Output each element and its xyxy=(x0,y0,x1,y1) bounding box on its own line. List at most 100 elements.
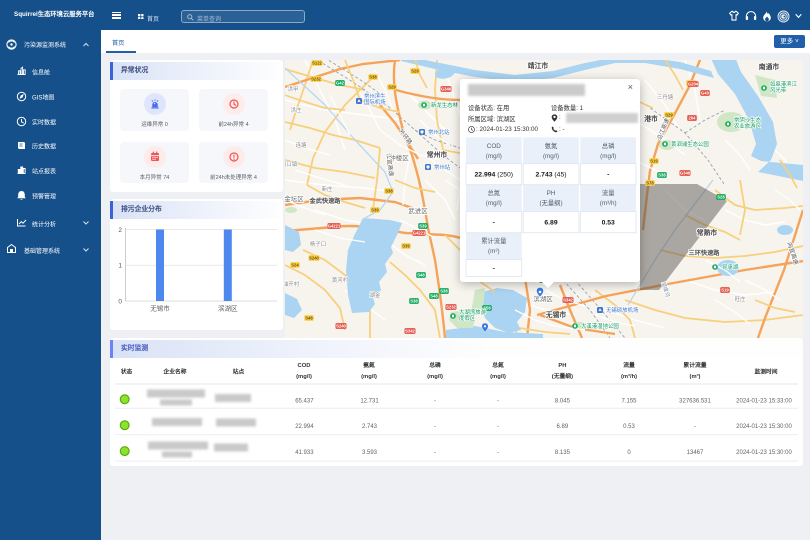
svg-text:S122: S122 xyxy=(312,61,322,66)
svg-text:企业名称: 企业名称 xyxy=(162,367,186,375)
svg-text:污染源监测系统: 污染源监测系统 xyxy=(24,41,66,49)
svg-text:7.155: 7.155 xyxy=(621,398,637,404)
svg-text:旺庄: 旺庄 xyxy=(735,295,746,303)
svg-text:-: - xyxy=(497,424,499,430)
svg-text:65.437: 65.437 xyxy=(295,398,314,404)
svg-text:度假区: 度假区 xyxy=(459,314,476,322)
svg-text:S38: S38 xyxy=(440,289,448,294)
svg-text:黄泗浦生态公园: 黄泗浦生态公园 xyxy=(671,140,709,148)
svg-text:S39: S39 xyxy=(402,244,410,249)
svg-text:(mg/l): (mg/l) xyxy=(543,153,559,160)
svg-text:三环快速路: 三环快速路 xyxy=(689,249,721,257)
svg-text:S38: S38 xyxy=(658,173,666,178)
svg-text:港市: 港市 xyxy=(644,114,658,123)
svg-text:S38: S38 xyxy=(369,75,377,80)
svg-text:湖金: 湖金 xyxy=(370,291,381,299)
svg-text:S29: S29 xyxy=(411,69,419,74)
svg-text:站点报表: 站点报表 xyxy=(32,168,56,176)
svg-text:S232: S232 xyxy=(446,305,456,310)
svg-text:G42: G42 xyxy=(336,81,345,86)
svg-text:41.933: 41.933 xyxy=(295,450,314,456)
svg-text:22.994 (250): 22.994 (250) xyxy=(475,172,514,179)
svg-text:8.045: 8.045 xyxy=(555,398,571,404)
svg-text:无锡市: 无锡市 xyxy=(150,304,170,313)
svg-text:靖江市: 靖江市 xyxy=(528,61,549,70)
svg-text:8.135: 8.135 xyxy=(555,450,571,456)
svg-text:常州北站: 常州北站 xyxy=(428,128,450,136)
svg-text:S39: S39 xyxy=(419,224,427,229)
svg-text:S78: S78 xyxy=(646,181,654,186)
svg-text:闸口镇: 闸口镇 xyxy=(285,160,298,168)
svg-text:-: - xyxy=(493,220,495,227)
svg-text:杨子口: 杨子口 xyxy=(310,240,326,248)
svg-text:(m³/h): (m³/h) xyxy=(621,373,637,380)
svg-text:三丹塘: 三丹塘 xyxy=(657,93,674,101)
svg-text:S38: S38 xyxy=(410,299,418,304)
svg-text:金坛区: 金坛区 xyxy=(285,194,304,203)
svg-text:2.743 (45): 2.743 (45) xyxy=(536,172,567,179)
svg-text:G346: G346 xyxy=(680,171,691,176)
svg-text:6.89: 6.89 xyxy=(557,424,569,430)
svg-text:G4221: G4221 xyxy=(413,231,426,236)
svg-text:(无量纲): (无量纲) xyxy=(539,198,562,207)
svg-text:氨氮: 氨氮 xyxy=(363,361,375,369)
svg-text:-: - xyxy=(497,450,499,456)
svg-text:大湖湾旅游: 大湖湾旅游 xyxy=(459,308,487,316)
svg-text:S38: S38 xyxy=(385,189,393,194)
svg-text:常州滨牛: 常州滨牛 xyxy=(364,92,386,100)
svg-text:(m³): (m³) xyxy=(488,248,500,255)
svg-text:-: - xyxy=(607,172,609,179)
svg-text:S28: S28 xyxy=(717,195,725,200)
svg-text:总磷: 总磷 xyxy=(602,141,615,150)
svg-text:金武快速路: 金武快速路 xyxy=(309,197,342,205)
svg-text:连塘: 连塘 xyxy=(296,141,307,149)
svg-text:1: 1 xyxy=(118,263,122,270)
svg-text:0.53: 0.53 xyxy=(623,424,635,430)
svg-text:滨湖区: 滨湖区 xyxy=(533,294,553,303)
svg-text:S240: S240 xyxy=(309,256,319,261)
svg-text:总氮: 总氮 xyxy=(488,188,501,197)
svg-text:常州市: 常州市 xyxy=(427,150,448,159)
svg-text:新庄: 新庄 xyxy=(322,185,333,193)
svg-text:(mg/l): (mg/l) xyxy=(361,374,377,380)
svg-text:总磷: 总磷 xyxy=(429,361,441,369)
svg-text:0: 0 xyxy=(118,299,122,306)
svg-text:(mg/l): (mg/l) xyxy=(427,374,443,380)
svg-text:2024-01-23 15:33:00: 2024-01-23 15:33:00 xyxy=(736,398,792,404)
svg-text:-: - xyxy=(434,450,436,456)
svg-text:2: 2 xyxy=(118,227,122,234)
svg-text:327636.531: 327636.531 xyxy=(679,398,711,404)
svg-text:3.593: 3.593 xyxy=(362,450,378,456)
svg-text:无锡硕放机场: 无锡硕放机场 xyxy=(606,306,639,314)
svg-text:S19: S19 xyxy=(721,288,729,293)
svg-text:累计流量: 累计流量 xyxy=(481,236,507,245)
svg-text:GIS地图: GIS地图 xyxy=(32,94,54,102)
svg-text:流量: 流量 xyxy=(623,361,635,369)
svg-text:油开村: 油开村 xyxy=(285,280,300,288)
svg-text:实时数据: 实时数据 xyxy=(32,119,56,127)
svg-text:S342: S342 xyxy=(563,298,573,303)
svg-text:无锡市: 无锡市 xyxy=(545,310,567,319)
svg-text:G4221: G4221 xyxy=(328,224,341,229)
svg-text:常州站: 常州站 xyxy=(434,163,451,171)
svg-text:-: - xyxy=(434,398,436,404)
svg-text:常熟市: 常熟市 xyxy=(697,228,718,237)
svg-text:(mg/l): (mg/l) xyxy=(600,153,616,160)
svg-text:S240: S240 xyxy=(336,324,346,329)
svg-text:(m³): (m³) xyxy=(690,373,701,380)
svg-text:S342: S342 xyxy=(405,329,415,334)
svg-text:COD: COD xyxy=(298,363,311,369)
svg-text:6.89: 6.89 xyxy=(544,220,557,227)
svg-text:滨湖区: 滨湖区 xyxy=(218,304,238,313)
svg-text:南通市: 南通市 xyxy=(759,62,780,71)
svg-text:2.743: 2.743 xyxy=(362,424,378,430)
svg-text:(m³/h): (m³/h) xyxy=(600,200,617,207)
svg-text:黄河村: 黄河村 xyxy=(332,276,349,284)
svg-text:农业旅游区: 农业旅游区 xyxy=(734,122,762,130)
svg-text:G204: G204 xyxy=(688,82,699,87)
svg-text:总氮: 总氮 xyxy=(492,361,504,369)
svg-text:0: 0 xyxy=(627,450,631,456)
svg-text:PH: PH xyxy=(558,363,566,369)
svg-text:累计流量: 累计流量 xyxy=(683,361,706,369)
svg-text:氨氮: 氨氮 xyxy=(545,141,558,150)
